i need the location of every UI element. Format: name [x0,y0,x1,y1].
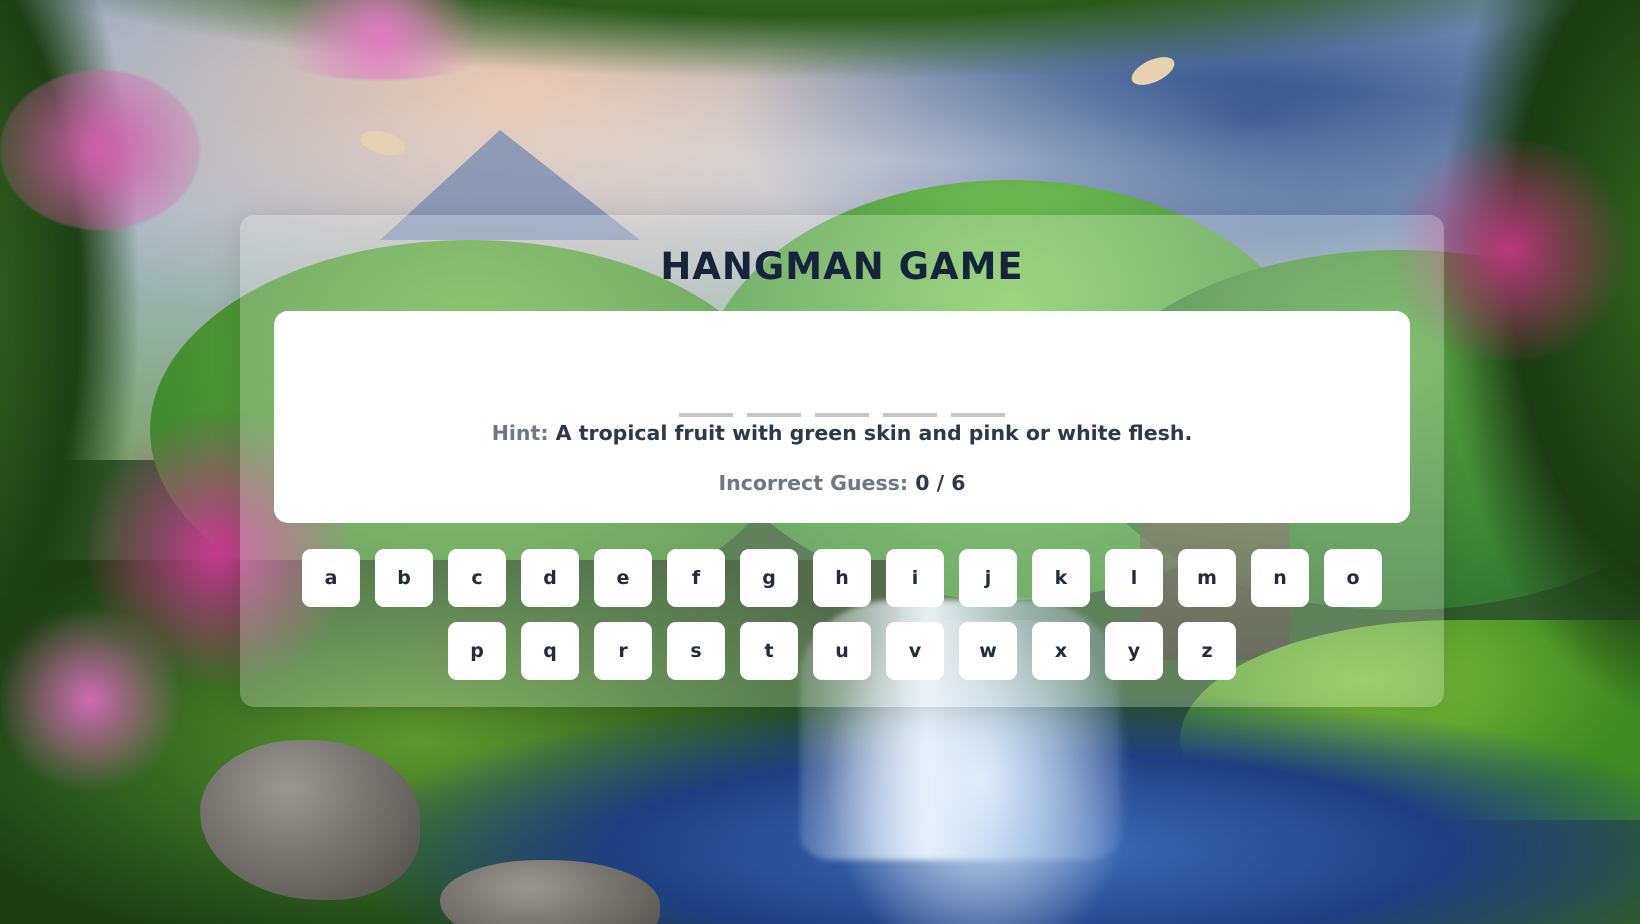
letter-slot [815,391,869,417]
incorrect-guess-value: 0 / 6 [915,471,966,495]
key-u[interactable]: u [813,622,871,680]
key-z[interactable]: z [1178,622,1236,680]
letter-slot [951,391,1005,417]
letter-slot [883,391,937,417]
key-i[interactable]: i [886,549,944,607]
key-g[interactable]: g [740,549,798,607]
key-v[interactable]: v [886,622,944,680]
incorrect-guess-counter: Incorrect Guess: 0 / 6 [274,471,1410,495]
key-n[interactable]: n [1251,549,1309,607]
key-y[interactable]: y [1105,622,1163,680]
letter-slot [679,391,733,417]
word-display [274,391,1410,417]
keyboard-row: a b c d e f g h i j k l m n o [240,549,1444,607]
key-b[interactable]: b [375,549,433,607]
key-l[interactable]: l [1105,549,1163,607]
incorrect-guess-label: Incorrect Guess: [718,471,909,495]
hint-value: A tropical fruit with green skin and pin… [555,421,1193,445]
key-k[interactable]: k [1032,549,1090,607]
keyboard: a b c d e f g h i j k l m n o p q r s t … [240,549,1444,695]
keyboard-row: p q r s t u v w x y z [240,622,1444,680]
key-e[interactable]: e [594,549,652,607]
key-w[interactable]: w [959,622,1017,680]
flower-cluster [0,600,180,800]
word-panel: Hint: A tropical fruit with green skin a… [274,311,1410,523]
key-f[interactable]: f [667,549,725,607]
key-x[interactable]: x [1032,622,1090,680]
game-title: HANGMAN GAME [660,245,1024,288]
key-d[interactable]: d [521,549,579,607]
key-o[interactable]: o [1324,549,1382,607]
key-q[interactable]: q [521,622,579,680]
key-a[interactable]: a [302,549,360,607]
letter-slot [747,391,801,417]
key-t[interactable]: t [740,622,798,680]
hint-label: Hint: [491,421,549,445]
key-j[interactable]: j [959,549,1017,607]
key-c[interactable]: c [448,549,506,607]
game-card: HANGMAN GAME Hint: A tropical fruit with… [240,215,1444,707]
flower-cluster [0,70,200,230]
key-p[interactable]: p [448,622,506,680]
key-m[interactable]: m [1178,549,1236,607]
key-r[interactable]: r [594,622,652,680]
key-s[interactable]: s [667,622,725,680]
hint-text: Hint: A tropical fruit with green skin a… [274,421,1410,445]
key-h[interactable]: h [813,549,871,607]
